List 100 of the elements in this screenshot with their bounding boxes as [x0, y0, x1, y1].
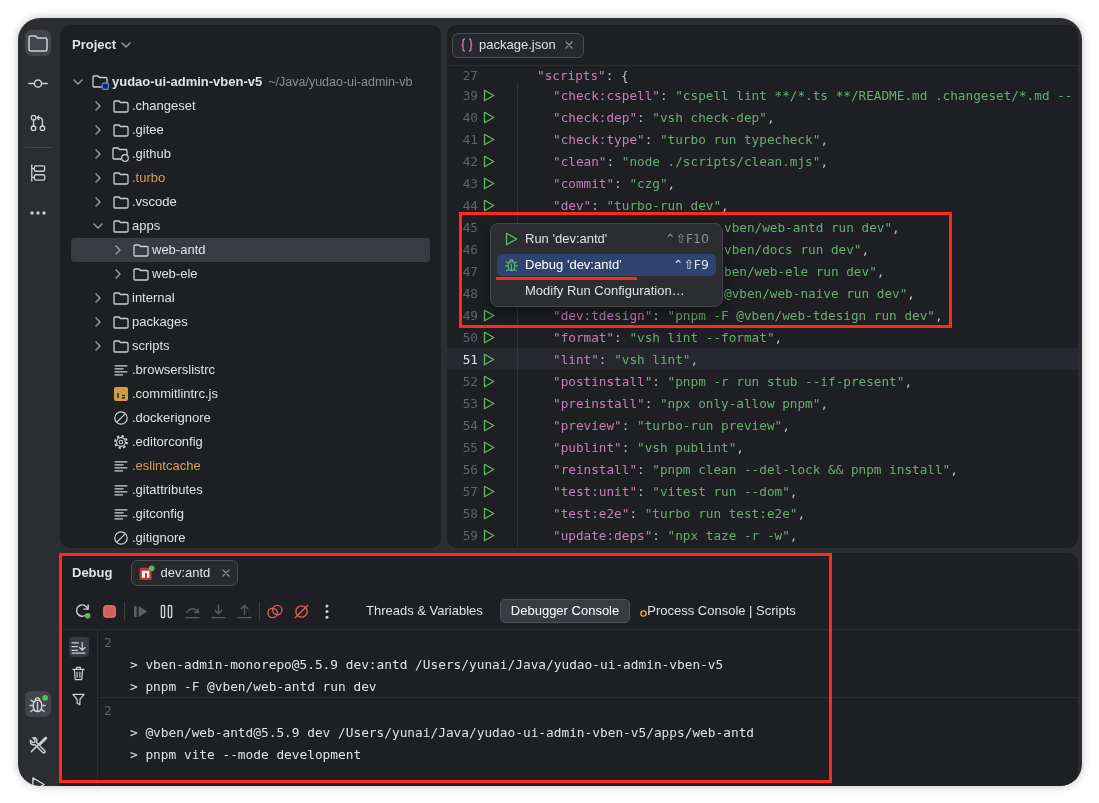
tree-item[interactable]: .github	[71, 142, 430, 166]
line-number: 50	[461, 329, 478, 345]
run-icon[interactable]	[483, 396, 495, 410]
pull-request-icon[interactable]	[30, 114, 46, 132]
editor-tab[interactable]: package.json	[452, 32, 584, 58]
tree-item[interactable]: packages	[71, 310, 430, 334]
tree-item[interactable]: internal	[71, 286, 430, 310]
chevron-down-icon[interactable]	[121, 42, 132, 48]
run-icon[interactable]	[483, 198, 495, 212]
rerun-icon[interactable]	[75, 603, 91, 619]
chevron-right-icon[interactable]	[95, 173, 101, 183]
console-count: 2	[104, 702, 112, 718]
folder-icon	[112, 195, 129, 209]
run-icon[interactable]	[483, 528, 495, 542]
run-icon[interactable]	[483, 418, 495, 432]
pause-icon[interactable]	[159, 603, 173, 619]
view-selector[interactable]: Project	[72, 35, 132, 55]
code-line: "format": "vsh lint --format",	[553, 329, 783, 345]
code-line: ben/web-ele run dev",	[724, 263, 885, 279]
breakpoints-icon[interactable]	[267, 603, 283, 619]
tree-item[interactable]: .changeset	[71, 94, 430, 118]
line-number: 59	[461, 527, 478, 543]
line-number: 51	[461, 351, 478, 367]
close-icon[interactable]	[564, 41, 573, 49]
run-icon[interactable]	[483, 462, 495, 476]
run-icon[interactable]	[483, 110, 495, 124]
chevron-right-icon[interactable]	[95, 101, 101, 111]
run-icon[interactable]	[483, 176, 495, 190]
tree-item[interactable]: .gitattributes	[71, 478, 430, 502]
menu-item[interactable]: Run 'dev:antd' ⌃⇧F10	[497, 228, 716, 250]
session-tab[interactable]: dev:antd	[131, 560, 239, 586]
run-icon[interactable]	[483, 308, 495, 322]
tree-item[interactable]: .commitlintrc.js	[71, 382, 430, 406]
ignore-file-icon	[113, 411, 128, 425]
ring-icon	[640, 610, 648, 617]
chevron-right-icon[interactable]	[95, 341, 101, 351]
module-folder-icon	[92, 74, 109, 90]
code-line: vben/web-antd run dev",	[724, 219, 900, 235]
tree-item[interactable]: .gitee	[71, 118, 430, 142]
run-icon[interactable]	[483, 506, 495, 520]
run-icon[interactable]	[483, 374, 495, 388]
line-number: 53	[461, 395, 478, 411]
chevron-right-icon[interactable]	[115, 245, 121, 255]
console-line: > pnpm vite --mode development	[130, 746, 362, 762]
ignore-file-icon	[113, 531, 128, 545]
more-icon[interactable]	[30, 211, 46, 215]
line-number: 42	[461, 153, 478, 169]
line-number: 49	[461, 307, 478, 323]
code-line: "clean": "node ./scripts/clean.mjs",	[553, 153, 828, 169]
structure-icon[interactable]	[30, 164, 46, 182]
tree-item[interactable]: apps	[71, 214, 430, 238]
run-icon[interactable]	[483, 440, 495, 454]
close-icon[interactable]	[222, 569, 231, 577]
line-number: 57	[461, 483, 478, 499]
tree-item[interactable]: .vscode	[71, 190, 430, 214]
stop-icon[interactable]	[102, 604, 116, 618]
line-number: 44	[461, 197, 478, 213]
run-icon[interactable]	[483, 352, 495, 366]
chevron-down-icon[interactable]	[73, 79, 83, 85]
chevron-right-icon[interactable]	[95, 293, 101, 303]
tree-item[interactable]: .browserslistrc	[71, 358, 430, 382]
menu-item[interactable]: Debug 'dev:antd' ⌃⇧F9	[497, 254, 716, 276]
chevron-right-icon[interactable]	[95, 317, 101, 327]
folder-icon	[112, 123, 129, 137]
tree-item[interactable]: web-antd	[71, 238, 430, 262]
run-icon[interactable]	[483, 484, 495, 498]
tree-item[interactable]: yudao-ui-admin-vben-v5 ~/Java/yudao-ui-admin-vb	[71, 70, 430, 94]
tree-item[interactable]: scripts	[71, 334, 430, 358]
chevron-down-icon[interactable]	[93, 223, 103, 229]
text-file-icon	[113, 460, 128, 472]
tree-item[interactable]: .dockerignore	[71, 406, 430, 430]
run-icon[interactable]	[483, 88, 495, 102]
chevron-right-icon[interactable]	[95, 149, 101, 159]
chevron-right-icon[interactable]	[115, 269, 121, 279]
run-icon[interactable]	[483, 330, 495, 344]
code-line: @vben/web-naive run dev",	[724, 285, 915, 301]
more-icon[interactable]	[325, 603, 329, 619]
folder-icon	[112, 339, 129, 353]
view-tab[interactable]: Process Console | Scripts	[636, 599, 807, 623]
tree-item[interactable]: web-ele	[71, 262, 430, 286]
view-tab[interactable]: Threads & Variables	[355, 599, 494, 623]
run-icon[interactable]	[483, 132, 495, 146]
code-line: "check:dep": "vsh check-dep",	[553, 109, 775, 125]
view-tab[interactable]: Debugger Console	[499, 599, 631, 623]
tree-item[interactable]: .gitconfig	[71, 502, 430, 526]
tree-item[interactable]: .eslintcache	[71, 454, 430, 478]
line-number: 27	[461, 67, 478, 83]
run-icon[interactable]	[483, 154, 495, 168]
menu-item[interactable]: Modify Run Configuration…	[497, 280, 716, 302]
chevron-right-icon[interactable]	[95, 197, 101, 207]
line-number: 58	[461, 505, 478, 521]
tree-item[interactable]: .gitignore	[71, 526, 430, 548]
chevron-right-icon[interactable]	[95, 125, 101, 135]
tree-item[interactable]: .turbo	[71, 166, 430, 190]
console-line: > vben-admin-monorepo@5.5.9 dev:antd /Users/yunai/Java/yudao-ui-admin-vben-v5	[130, 656, 724, 672]
code-line: "reinstall": "pnpm clean --del-lock && pnpm install",	[553, 461, 958, 477]
tree-item[interactable]: .editorconfig	[71, 430, 430, 454]
commit-icon[interactable]	[28, 78, 48, 88]
mute-breakpoints-icon[interactable]	[293, 603, 309, 619]
run-icon	[505, 232, 518, 246]
